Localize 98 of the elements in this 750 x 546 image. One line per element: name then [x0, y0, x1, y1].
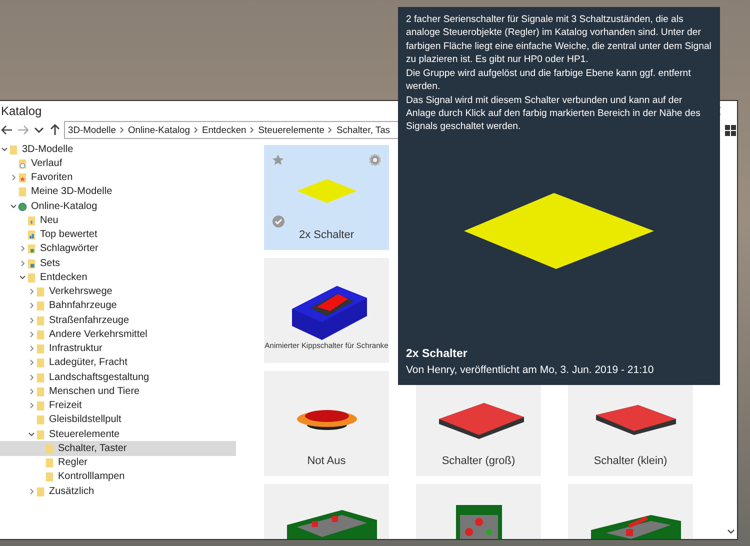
tree-item[interactable]: Menschen und Tiere [0, 384, 236, 398]
folder-icon [45, 471, 54, 482]
folder-icon [36, 286, 45, 298]
folder-icon [36, 328, 45, 340]
chevron-right-icon[interactable] [27, 402, 36, 410]
chevron-right-icon [120, 127, 124, 133]
plate-drawing [296, 179, 356, 203]
control-panel-drawing [456, 505, 502, 539]
chevron-right-icon[interactable] [27, 488, 36, 495]
tree-item[interactable]: Zusätzlich [0, 484, 236, 498]
description-text: Die Gruppe wird aufgelöst und die farbige Ebene kann ggf. entfernt werden. [406, 66, 692, 94]
card-title: 2x Schalter [298, 229, 354, 242]
folder-icon [45, 457, 54, 468]
set-folder-icon [27, 258, 36, 269]
card-title: Schalter (groß) [442, 455, 516, 468]
tree-item[interactable]: Meine 3D-Modelle [0, 184, 236, 199]
emergency-stop-button-drawing [296, 410, 356, 430]
chevron-right-icon[interactable] [27, 316, 36, 324]
folder-icon [36, 428, 45, 440]
window-title: Katalog [0, 103, 42, 120]
tree-item[interactable]: Entdecken [0, 270, 236, 284]
chevron-down-icon[interactable] [9, 202, 18, 210]
chevron-right-icon [250, 127, 254, 133]
tree-item[interactable]: Landschaftsgestaltung [0, 370, 236, 384]
tree-item[interactable]: Schalter, Taster [0, 441, 236, 456]
folder-icon [27, 272, 36, 283]
tree-item[interactable]: Top bewertet [0, 228, 236, 242]
folder-icon [36, 386, 45, 397]
folder-icon [36, 300, 45, 312]
breadcrumb-item[interactable]: Steuerelemente [258, 122, 324, 138]
chevron-right-icon[interactable] [27, 345, 36, 352]
chevron-down-icon[interactable] [0, 146, 9, 153]
tree-item[interactable]: Bahnfahrzeuge [0, 298, 236, 313]
folder-icon [45, 442, 54, 454]
breadcrumb-item[interactable]: Entdecken [202, 122, 246, 138]
chevron-right-icon[interactable] [27, 302, 36, 310]
tree-item[interactable]: Infrastruktur [0, 342, 236, 356]
folder-icon [18, 186, 27, 198]
breadcrumb-item[interactable]: Schalter, Tas [336, 122, 390, 138]
folder-icon [36, 357, 45, 368]
check-icon[interactable] [272, 215, 285, 228]
folder-icon [36, 314, 45, 326]
folder-icon [9, 144, 18, 155]
tree-item[interactable]: Straßenfahrzeuge [0, 313, 236, 328]
chevron-right-icon[interactable] [9, 174, 18, 182]
star-folder-icon [18, 172, 27, 184]
catalog-card[interactable]: 2x Schalter [264, 145, 389, 250]
chevron-right-icon[interactable] [27, 374, 36, 381]
chevron-right-icon[interactable] [27, 288, 36, 296]
tree-item[interactable]: Schlagwörter [0, 242, 236, 256]
folder-icon [36, 372, 45, 383]
tree-item[interactable]: Ladegüter, Fracht [0, 356, 236, 370]
tree-item[interactable]: Favoriten [0, 170, 236, 185]
preview-title: 2x Schalter [406, 346, 468, 362]
folder-icon [36, 400, 45, 412]
description-text: 2 facher Serienschalter für Signale mit 3 Schaltzuständen, die als analoge Steuerobjekte (Regler) im Katalog vorhanden sind. Unter der farbigen Fläche liegt eine einfache Weiche, die zentral unter dem Signal zu plazieren ist. Es gibt nur HP0 oder HP1. [406, 13, 712, 67]
card-title: Not Aus [307, 455, 346, 468]
chevron-right-icon[interactable] [27, 388, 36, 395]
tree-item[interactable]: Gleisbildstellpult [0, 412, 236, 427]
up-arrow-icon[interactable] [50, 124, 60, 136]
tree-item[interactable]: 3D-Modelle [0, 142, 236, 156]
globe-icon [18, 200, 27, 212]
back-arrow-icon[interactable] [1, 125, 13, 135]
card-title: Schalter (klein) [594, 455, 668, 468]
new-folder-icon [27, 214, 36, 226]
scroll-down-icon[interactable] [727, 529, 735, 535]
chevron-right-icon [328, 127, 332, 133]
rated-folder-icon [27, 229, 36, 240]
clock-folder-icon [18, 158, 27, 169]
chevron-right-icon [194, 127, 198, 133]
tree-item[interactable]: Neu [0, 213, 236, 228]
gear-icon[interactable] [369, 154, 381, 166]
chevron-down-icon[interactable] [27, 430, 36, 438]
chevron-right-icon[interactable] [27, 330, 36, 338]
tree-item[interactable]: Verkehrswege [0, 284, 236, 299]
chevron-down-icon[interactable] [34, 126, 44, 134]
tree-item[interactable]: Regler [0, 456, 236, 470]
tree-item[interactable]: Freizeit [0, 398, 236, 413]
breadcrumb-item[interactable]: Online-Katalog [128, 122, 190, 138]
folder-icon [36, 486, 45, 497]
breadcrumb-item[interactable]: 3D-Modelle [68, 122, 116, 138]
tree-item[interactable]: Andere Verkehrsmittel [0, 327, 236, 342]
chevron-right-icon[interactable] [18, 245, 27, 252]
tree-item[interactable]: Kontrolllampen [0, 470, 236, 484]
tag-folder-icon [27, 243, 36, 254]
catalog-card[interactable]: Not Aus [264, 371, 389, 476]
forward-arrow-icon[interactable] [17, 125, 29, 135]
folder-icon [36, 414, 45, 426]
grid-view-icon[interactable] [724, 124, 736, 136]
tree-item[interactable]: Online-Katalog [0, 199, 236, 214]
chevron-right-icon[interactable] [18, 260, 27, 267]
tree-item[interactable]: Steuerelemente [0, 427, 236, 442]
star-icon[interactable] [272, 154, 284, 166]
chevron-right-icon[interactable] [27, 359, 36, 366]
tree-item[interactable]: Verlauf [0, 156, 236, 170]
folder-icon [36, 343, 45, 354]
tree-item[interactable]: Sets [0, 256, 236, 270]
chevron-down-icon[interactable] [18, 274, 27, 281]
